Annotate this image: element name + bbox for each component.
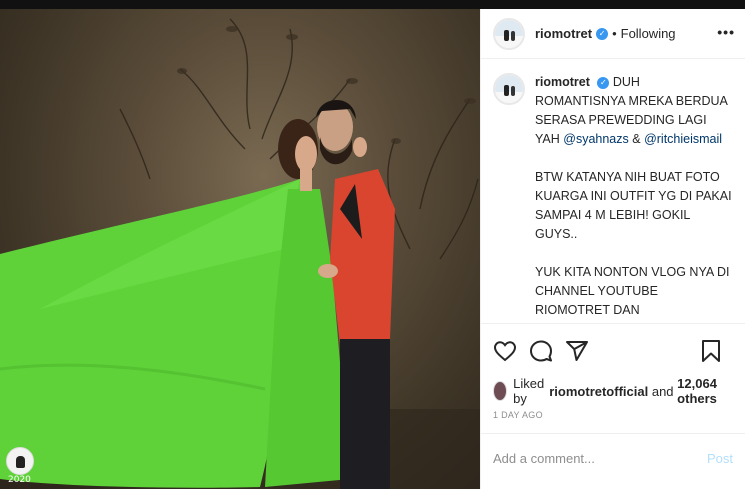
liker-username[interactable]: riomotretofficial bbox=[549, 384, 648, 399]
share-icon[interactable] bbox=[565, 339, 589, 363]
caption-username[interactable]: riomotret bbox=[535, 75, 590, 89]
caption-amp: & bbox=[632, 132, 641, 146]
bookmark-icon[interactable] bbox=[699, 339, 723, 363]
post-comment-button[interactable]: Post bbox=[707, 451, 733, 466]
post-side-panel: riomotret ✓ • Following ••• riomotret ✓ … bbox=[480, 9, 745, 489]
photo-watermark-year: 2020 bbox=[8, 475, 31, 485]
comment-bar: Post bbox=[481, 434, 745, 482]
mention-link[interactable]: @syahnazs bbox=[563, 132, 629, 146]
post-header: riomotret ✓ • Following ••• bbox=[481, 9, 745, 59]
more-options-icon[interactable]: ••• bbox=[717, 24, 735, 40]
likes-summary: Liked by riomotretofficial and 12,064 ot… bbox=[481, 376, 745, 406]
action-bar bbox=[481, 324, 745, 378]
caption-author-avatar[interactable] bbox=[493, 73, 525, 105]
top-strip bbox=[0, 0, 745, 9]
liker-avatar[interactable] bbox=[493, 381, 508, 401]
author-avatar[interactable] bbox=[493, 17, 525, 50]
verified-badge-icon: ✓ bbox=[596, 27, 609, 40]
likes-and: and bbox=[651, 383, 674, 399]
verified-badge-icon: ✓ bbox=[597, 76, 610, 89]
caption-area: riomotret ✓ DUH ROMANTISNYA MREKA BERDUA… bbox=[481, 59, 745, 324]
likes-prefix: Liked by bbox=[513, 376, 545, 406]
photo-illustration bbox=[0, 18, 480, 489]
heart-icon[interactable] bbox=[493, 339, 517, 363]
post-timestamp[interactable]: 1 DAY AGO bbox=[481, 404, 745, 434]
mention-link[interactable]: @ritchieismail bbox=[644, 132, 722, 146]
likes-count[interactable]: 12,064 others bbox=[677, 376, 733, 406]
caption-paragraph: YUK KITA NONTON VLOG NYA DI CHANNEL YOUT… bbox=[535, 265, 730, 317]
caption-text: riomotret ✓ DUH ROMANTISNYA MREKA BERDUA… bbox=[535, 73, 733, 323]
header-separator: • bbox=[612, 26, 617, 41]
author-username[interactable]: riomotret bbox=[535, 26, 592, 41]
post-photo[interactable]: 2020 bbox=[0, 9, 480, 489]
photo-watermark-avatar bbox=[6, 447, 34, 475]
following-button[interactable]: Following bbox=[621, 26, 676, 41]
comment-input[interactable] bbox=[493, 450, 693, 466]
comment-icon[interactable] bbox=[529, 339, 553, 363]
caption-paragraph: BTW KATANYA NIH BUAT FOTO KUARGA INI OUT… bbox=[535, 170, 732, 241]
